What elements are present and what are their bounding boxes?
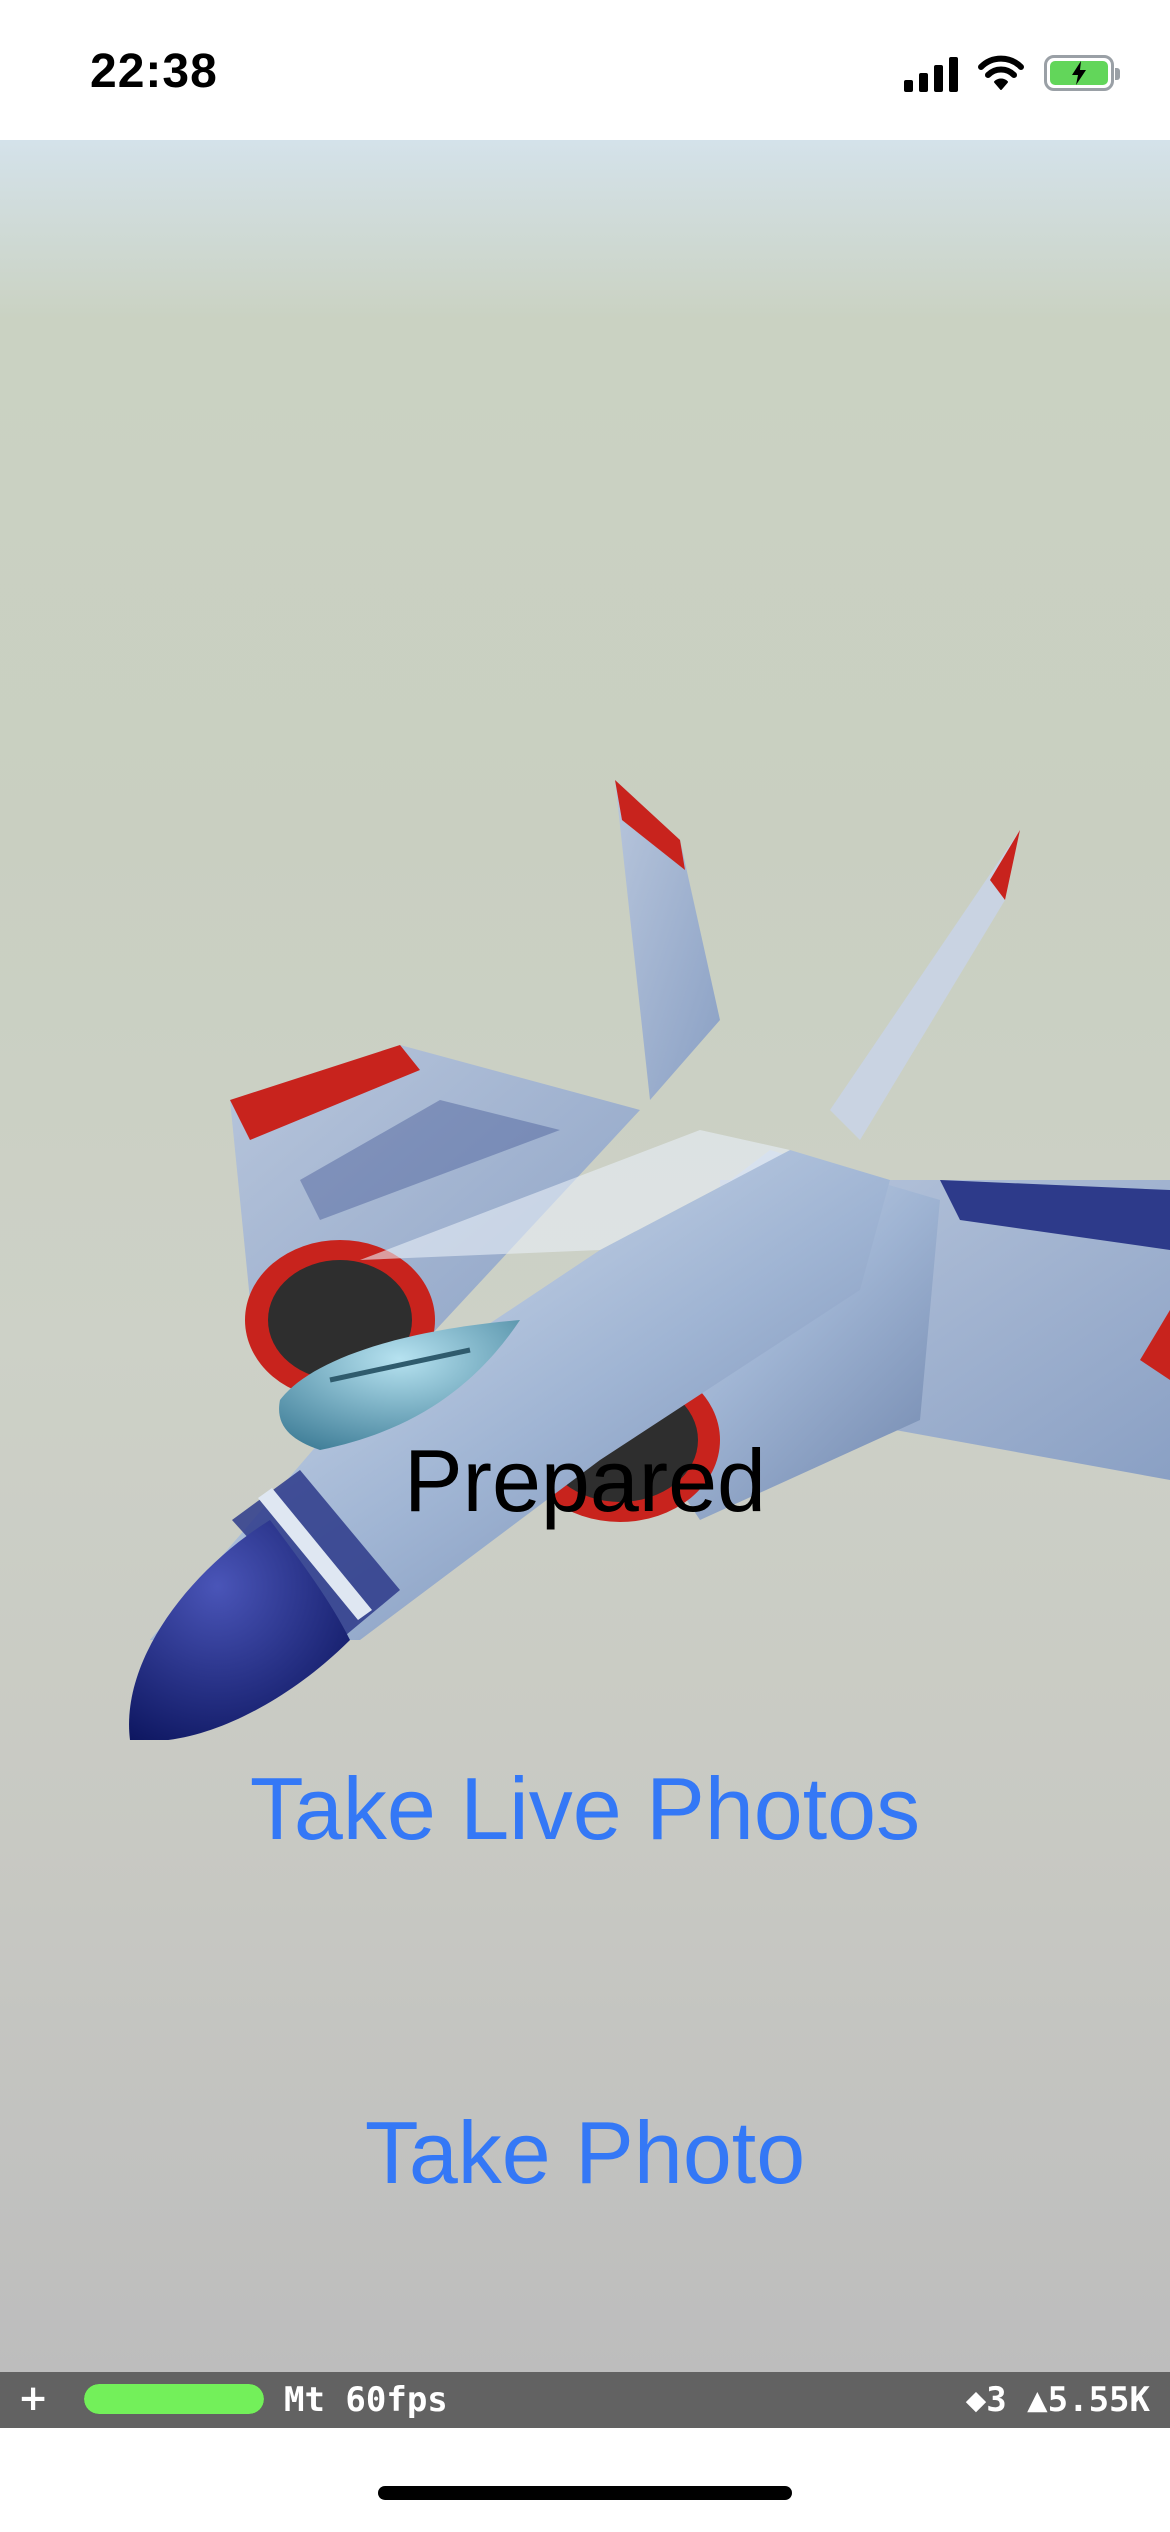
performance-hud[interactable]: + Mt 60fps ◆3 ▲5.55K: [0, 2372, 1170, 2428]
take-photo-button[interactable]: Take Photo: [0, 2102, 1170, 2204]
battery-charging-icon: [1044, 55, 1120, 91]
wifi-icon: [978, 55, 1024, 90]
scene-stats-readout: ◆3 ▲5.55K: [965, 2380, 1150, 2420]
home-indicator[interactable]: [378, 2486, 792, 2500]
status-time: 22:38: [90, 45, 218, 98]
status-label: Prepared: [403, 1431, 766, 1530]
home-area: [0, 2428, 1170, 2532]
take-live-photos-button[interactable]: Take Live Photos: [0, 1758, 1170, 1860]
expand-stats-button[interactable]: +: [18, 2378, 48, 2419]
scene-view[interactable]: Prepared Take Live Photos Take Photo: [0, 140, 1170, 2372]
status-icons: [904, 48, 1120, 98]
frame-time-meter: [84, 2384, 264, 2414]
cellular-signal-icon: [904, 54, 958, 92]
fps-readout: Mt 60fps: [284, 2380, 448, 2420]
status-bar: 22:38: [0, 0, 1170, 140]
